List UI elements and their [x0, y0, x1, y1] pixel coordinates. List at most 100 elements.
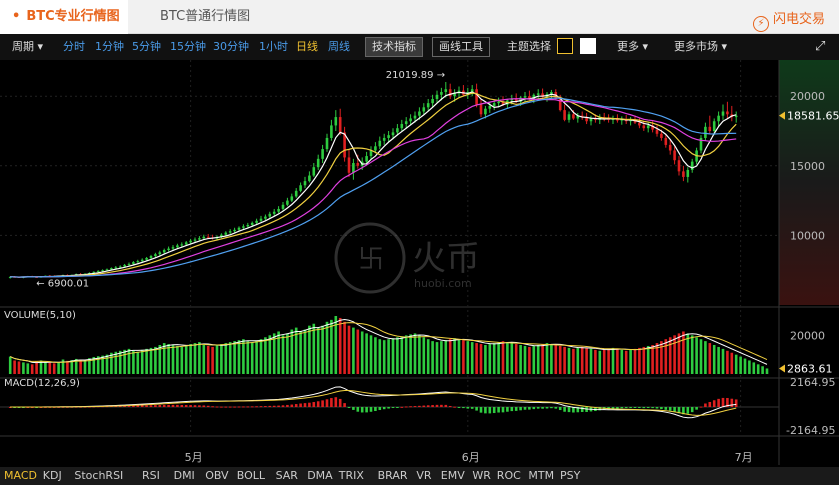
interval-15min[interactable]: 15分钟 — [170, 34, 206, 60]
candle-body — [726, 111, 729, 115]
kline-chart[interactable]: 卐 火币 huobi.com 20000 15000 10000 5月 6月 7月 2101… — [0, 60, 839, 467]
volume-bar — [316, 327, 320, 374]
fullscreen-icon[interactable]: ⤢ — [815, 34, 825, 60]
interval-timeline[interactable]: 分时 — [63, 34, 85, 60]
indicator-tab-brar[interactable]: BRAR — [378, 469, 408, 482]
candle-body — [536, 93, 540, 95]
macd-dif-line — [10, 386, 737, 419]
indicator-tab-mtm[interactable]: MTM — [528, 469, 554, 482]
interval-daily[interactable]: 日线 — [296, 34, 318, 60]
indicator-tab-psy[interactable]: PSY — [560, 469, 580, 482]
volume-bar — [242, 339, 245, 374]
macd-histogram-bar — [409, 406, 412, 408]
volume-bar — [281, 335, 285, 374]
volume-bar — [114, 351, 118, 374]
volume-bar — [594, 349, 597, 374]
low-price-label: ← 6900.01 — [36, 279, 89, 290]
interval-1min[interactable]: 1分钟 — [95, 34, 124, 60]
macd-histogram-bar — [699, 406, 703, 408]
candle-body — [365, 156, 368, 162]
volume-bar — [589, 348, 593, 374]
indicator-tab-macd[interactable]: MACD — [4, 469, 37, 482]
volume-bar — [536, 345, 540, 374]
macd-histogram-bar — [580, 407, 584, 412]
candle-body — [154, 254, 157, 256]
volume-bar — [140, 349, 144, 374]
theme-light-swatch[interactable] — [580, 34, 596, 60]
volume-bar — [673, 335, 676, 374]
candle-body — [171, 247, 175, 249]
more-dropdown[interactable]: 更多 ▾ — [617, 34, 648, 60]
volume-bar — [576, 347, 580, 374]
macd-histogram-bar — [224, 406, 228, 408]
volume-bar — [462, 340, 465, 374]
indicator-tab-dma[interactable]: DMA — [307, 469, 333, 482]
time-tick-label: 5月 — [185, 451, 203, 464]
macd-histogram-bar — [418, 405, 421, 407]
macd-histogram-bar — [642, 407, 646, 409]
period-dropdown[interactable]: 周期 ▾ — [12, 34, 43, 60]
interval-weekly[interactable]: 周线 — [328, 34, 350, 60]
indicator-tab-vr[interactable]: VR — [416, 469, 431, 482]
indicator-tab-kdj[interactable]: KDJ — [43, 469, 62, 482]
candle-body — [264, 216, 267, 219]
indicator-tab-wr[interactable]: WR — [472, 469, 491, 482]
indicator-tab-sar[interactable]: SAR — [276, 469, 298, 482]
macd-histogram-bar — [145, 405, 148, 407]
candle-body — [105, 269, 109, 271]
macd-histogram-bar — [250, 406, 254, 408]
candle-body — [497, 101, 500, 104]
volume-bar — [30, 364, 34, 374]
indicator-tab-emv[interactable]: EMV — [441, 469, 465, 482]
theme-dark-swatch[interactable] — [557, 34, 573, 60]
candle-body — [418, 111, 421, 116]
last-volume-label: 2863.61 — [787, 362, 833, 375]
candle-body — [281, 204, 285, 209]
tab-pro-label: BTC专业行情图 — [26, 9, 120, 24]
macd-histogram-bar — [246, 406, 250, 408]
interval-30min[interactable]: 30分钟 — [213, 34, 249, 60]
volume-bar — [382, 340, 386, 374]
indicator-tab-dmi[interactable]: DMI — [174, 469, 195, 482]
volume-bar — [176, 345, 179, 374]
flash-trade-link[interactable]: ⚡ 闪电交易 — [752, 8, 825, 32]
tab-pro-chart[interactable]: • BTC专业行情图 — [0, 0, 128, 34]
more-markets-dropdown[interactable]: 更多市场 ▾ — [674, 34, 727, 60]
indicator-tab-trix[interactable]: TRIX — [339, 469, 364, 482]
volume-bar — [220, 344, 223, 374]
macd-histogram-bar — [149, 405, 153, 407]
indicator-tab-obv[interactable]: OBV — [205, 469, 228, 482]
volume-bar — [224, 343, 228, 374]
macd-histogram-bar — [457, 407, 461, 408]
volume-bar — [132, 350, 135, 374]
macd-histogram-bar — [448, 405, 452, 407]
interval-1hour[interactable]: 1小时 — [259, 34, 288, 60]
volume-bar — [519, 345, 522, 374]
macd-histogram-bar — [264, 406, 267, 408]
volume-bar — [497, 342, 500, 374]
indicator-tab-stochrsi[interactable]: StochRSI — [74, 469, 123, 482]
volume-bar — [13, 360, 16, 374]
interval-5min[interactable]: 5分钟 — [132, 34, 161, 60]
candle-body — [677, 160, 681, 172]
macd-histogram-bar — [479, 407, 483, 413]
volume-bar — [699, 339, 703, 374]
volume-bar — [721, 348, 725, 374]
indicator-tab-rsi[interactable]: RSI — [142, 469, 160, 482]
macd-histogram-bar — [690, 407, 694, 413]
macd-histogram-bar — [431, 405, 434, 407]
indicator-tab-boll[interactable]: BOLL — [237, 469, 265, 482]
volume-bar — [488, 344, 492, 374]
macd-histogram-bar — [558, 407, 562, 411]
macd-histogram-bar — [550, 407, 553, 409]
tab-normal-chart[interactable]: BTC普通行情图 — [160, 0, 250, 34]
draw-tools-button[interactable]: 画线工具 — [432, 37, 490, 57]
tech-indicator-button[interactable]: 技术指标 — [365, 37, 423, 57]
watermark-brand: 火币 — [412, 239, 480, 279]
candle-body — [488, 105, 492, 109]
volume-bar — [550, 344, 553, 374]
indicator-tab-roc[interactable]: ROC — [497, 469, 521, 482]
volume-tick-label: 20000 — [790, 329, 825, 342]
volume-bar — [79, 360, 82, 374]
volume-bar — [664, 339, 668, 374]
